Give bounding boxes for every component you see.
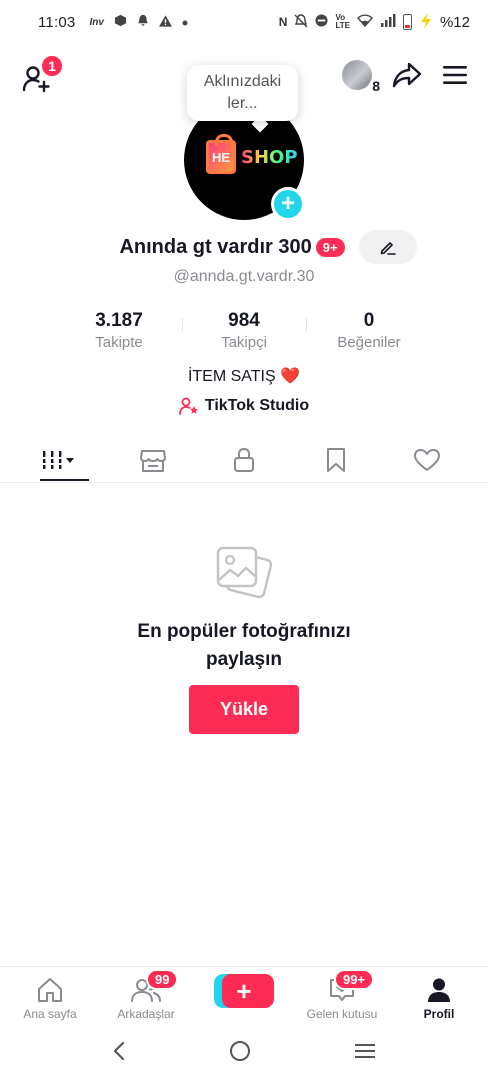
stat-label: Takipçi <box>221 334 267 351</box>
lock-icon <box>234 447 254 472</box>
back-button[interactable] <box>112 1041 126 1066</box>
status-note-text: Aklınızdaki ler... <box>203 73 282 112</box>
stat-following[interactable]: 3.187 Takipte <box>60 310 178 351</box>
tab-shop[interactable] <box>108 437 198 483</box>
active-tab-indicator <box>40 479 89 481</box>
menu-button[interactable] <box>442 64 468 86</box>
back-icon <box>113 1041 124 1060</box>
battery-percent: %12 <box>439 13 470 31</box>
studio-label: TikTok Studio <box>204 397 310 414</box>
shopping-bag-icon: HE <box>206 134 236 174</box>
username: @annda.gt.vardr.30 <box>173 268 315 285</box>
dot-icon <box>182 15 188 29</box>
signal-icon <box>380 14 396 30</box>
stat-value: 0 <box>363 310 375 331</box>
system-navigation <box>0 1026 488 1080</box>
nav-label: Arkadaşlar <box>117 1007 175 1021</box>
warning-icon <box>158 14 172 30</box>
tab-private[interactable] <box>199 437 289 483</box>
stat-divider <box>306 318 307 332</box>
circle-home-icon <box>229 1040 250 1061</box>
pencil-icon <box>380 242 396 255</box>
charging-icon <box>419 12 433 32</box>
tab-saved[interactable] <box>291 437 381 483</box>
stat-value: 3.187 <box>95 310 143 331</box>
stat-followers[interactable]: 984 Takipçi <box>185 310 303 351</box>
friends-badge: 99 <box>146 969 179 990</box>
share-icon <box>392 62 422 88</box>
account-avatar-button[interactable]: 8 <box>342 60 380 94</box>
upload-button[interactable]: Yükle <box>189 685 299 734</box>
inbox-badge: 99+ <box>334 969 375 990</box>
empty-state-title: En popüler fotoğrafınızı paylaşın <box>0 618 488 674</box>
home-system-button[interactable] <box>229 1040 251 1067</box>
box-icon <box>114 14 127 30</box>
profile-stats: 3.187 Takipte 984 Takipçi 0 Beğeniler <box>60 310 428 351</box>
tab-videos[interactable] <box>16 437 106 483</box>
empty-title-line2: paylaşın <box>205 649 283 670</box>
add-friend-badge: 1 <box>40 54 64 78</box>
stat-label: Beğeniler <box>337 334 401 351</box>
heart-icon <box>414 449 440 471</box>
nav-label: Profil <box>423 1007 455 1021</box>
logo-text: SHOP <box>241 146 298 168</box>
profile-icon <box>428 978 450 1002</box>
videos-grid-icon <box>43 451 74 469</box>
edit-profile-button[interactable] <box>358 230 417 264</box>
wifi-icon <box>357 14 373 30</box>
tabs-divider <box>0 482 488 483</box>
add-story-button[interactable]: + <box>271 187 305 221</box>
shop-logo: HE SHOP <box>206 134 298 174</box>
nfc-icon: N <box>278 15 288 29</box>
plus-icon: + <box>280 190 295 217</box>
share-button[interactable] <box>392 61 422 89</box>
inv-icon: Inv <box>89 16 104 28</box>
header-actions: 8 <box>342 60 468 94</box>
battery-icon <box>402 14 412 30</box>
nav-home[interactable]: Ana sayfa <box>2 967 98 1027</box>
bio-text: İTEM SATIŞ <box>187 368 276 385</box>
nav-label: Gelen kutusu <box>306 1007 378 1021</box>
bio: İTEM SATIŞ ❤️ <box>0 366 488 386</box>
empty-title-line1: En popüler fotoğrafınızı <box>137 621 351 642</box>
stat-label: Takipte <box>95 334 143 351</box>
hamburger-menu-icon <box>443 66 467 84</box>
status-bar: 11:03 Inv N Vo LTE %12 <box>0 0 488 44</box>
name-badge[interactable]: 9+ <box>315 237 345 257</box>
bell-icon <box>137 14 149 30</box>
logo-letters: HE <box>211 149 231 165</box>
stat-value: 984 <box>228 310 260 331</box>
shop-icon <box>139 450 166 472</box>
photos-icon <box>212 542 276 607</box>
status-left-icons: Inv <box>89 14 188 30</box>
volte-icon: Vo LTE <box>335 13 350 30</box>
name-row: Anında gt vardır 300 9+ <box>0 229 488 265</box>
mute-icon <box>294 13 308 31</box>
stat-divider <box>182 318 183 332</box>
bookmark-icon <box>326 448 345 472</box>
recents-icon <box>355 1043 376 1058</box>
tiktok-studio-link[interactable]: TikTok Studio <box>0 397 488 415</box>
create-button[interactable]: + <box>214 974 274 1008</box>
display-name: Anında gt vardır 300 <box>119 235 312 258</box>
profile-tabs <box>16 437 472 483</box>
nav-friends[interactable]: Arkadaşlar 99 <box>98 967 194 1027</box>
nav-inbox[interactable]: Gelen kutusu 99+ <box>294 967 390 1027</box>
status-time: 11:03 <box>38 13 76 31</box>
add-friend-button[interactable]: 1 <box>18 54 64 96</box>
tab-liked[interactable] <box>382 437 472 483</box>
studio-icon <box>178 397 198 415</box>
heart-emoji: ❤️ <box>280 368 301 385</box>
status-note-bubble[interactable]: Aklınızdaki ler... <box>187 65 298 121</box>
account-count: 8 <box>372 78 380 94</box>
dnd-icon <box>315 14 328 30</box>
home-icon <box>38 978 62 1002</box>
nav-profile[interactable]: Profil <box>391 967 487 1027</box>
status-right-icons: N Vo LTE %12 <box>278 12 470 32</box>
stat-likes[interactable]: 0 Beğeniler <box>310 310 428 351</box>
plus-icon: + <box>236 976 252 1006</box>
recents-button[interactable] <box>354 1042 376 1065</box>
nav-label: Ana sayfa <box>23 1007 77 1021</box>
